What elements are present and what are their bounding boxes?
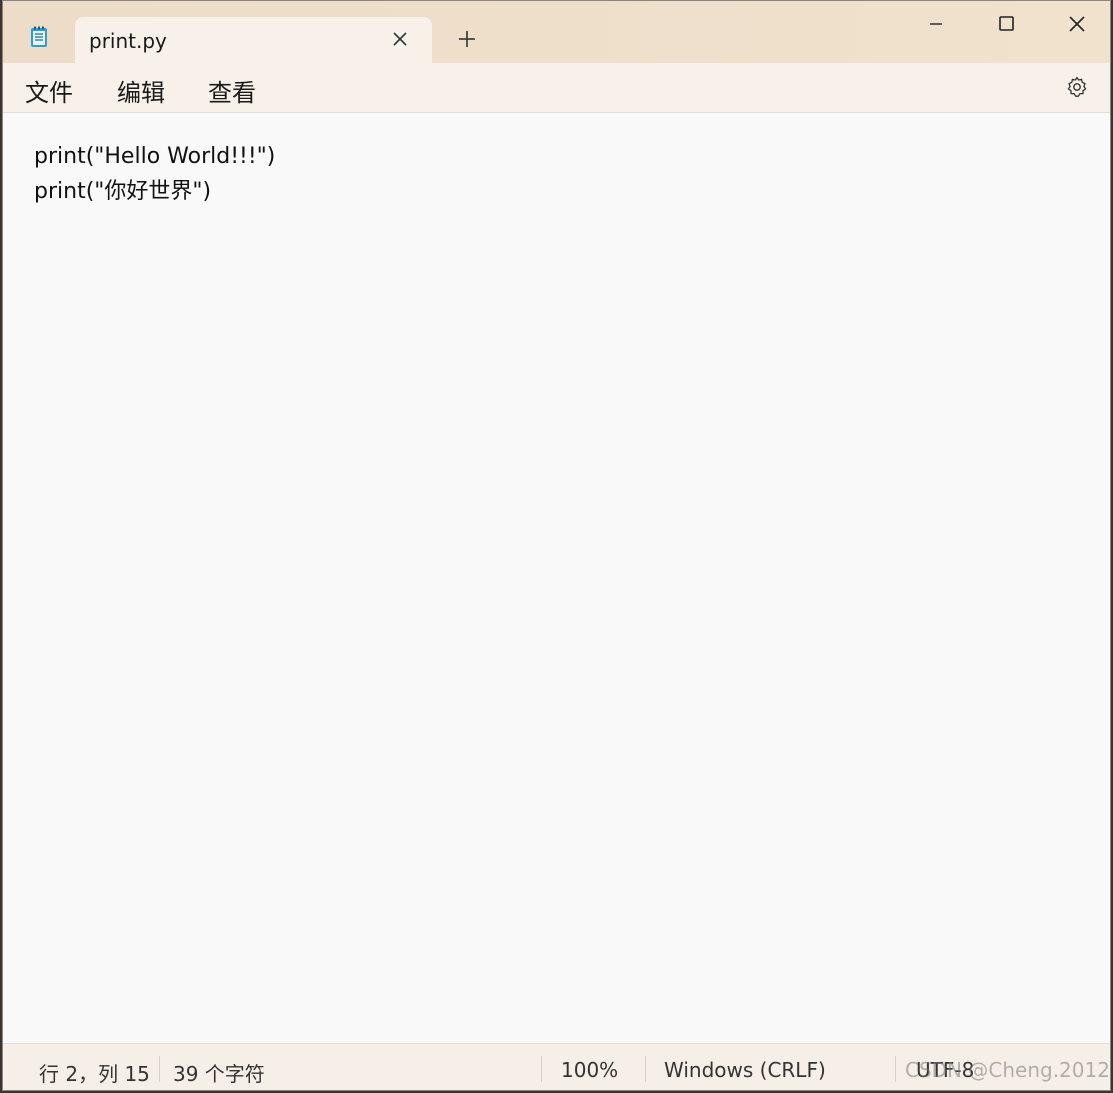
status-divider xyxy=(895,1056,896,1082)
menu-file[interactable]: 文件 xyxy=(21,73,77,108)
editor-line-1: print("Hello World!!!") xyxy=(34,144,276,169)
menu-bar: 文件 编辑 查看 xyxy=(3,63,1110,113)
status-char-count: 39 个字符 xyxy=(173,1062,265,1086)
status-divider xyxy=(645,1056,646,1082)
status-divider xyxy=(541,1056,542,1082)
status-cursor-position: 行 2，列 15 xyxy=(39,1062,149,1086)
watermark-text: CSDN @Cheng.2012 xyxy=(905,1058,1110,1082)
menu-view[interactable]: 查看 xyxy=(204,73,260,108)
notepad-window: print.py 文件 编辑 查看 print("Hello World!!!"… xyxy=(2,0,1111,1091)
title-bar[interactable]: print.py xyxy=(3,1,1110,63)
plus-icon[interactable] xyxy=(455,27,479,51)
close-window-icon[interactable] xyxy=(1053,9,1099,39)
status-divider xyxy=(159,1056,160,1082)
tab-title: print.py xyxy=(89,29,167,53)
menu-edit[interactable]: 编辑 xyxy=(113,73,169,108)
status-line-ending[interactable]: Windows (CRLF) xyxy=(664,1058,826,1082)
text-editor-area[interactable]: print("Hello World!!!") print("你好世界") xyxy=(3,113,1110,1043)
editor-line-2: print("你好世界") xyxy=(34,179,212,204)
close-icon[interactable] xyxy=(388,27,412,51)
status-zoom[interactable]: 100% xyxy=(561,1058,618,1082)
notepad-icon xyxy=(31,26,47,47)
gear-icon[interactable] xyxy=(1065,75,1089,99)
minimize-icon[interactable] xyxy=(913,9,959,39)
tab-print-py[interactable]: print.py xyxy=(75,17,432,63)
maximize-icon[interactable] xyxy=(983,9,1029,39)
